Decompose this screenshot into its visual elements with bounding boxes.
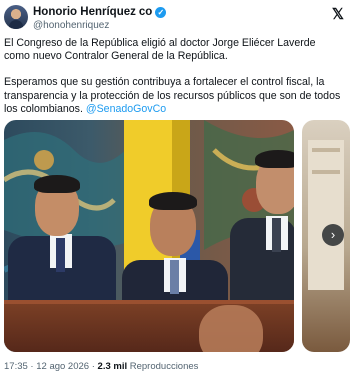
building-column <box>308 140 344 290</box>
author-badge-text: co <box>138 6 153 18</box>
meta-separator: · <box>30 361 34 372</box>
author-name[interactable]: Honorio Henríquez <box>33 5 136 19</box>
post-paragraph-1: El Congreso de la República eligió al do… <box>4 37 316 63</box>
author-name-row[interactable]: Honorio Henríquez co ✓ <box>33 5 167 19</box>
avatar[interactable] <box>4 5 28 29</box>
mention-link[interactable]: @SenadoGovCo <box>86 103 166 115</box>
foreground-head <box>199 305 263 352</box>
post-meta: 17:35 · 12 ago 2026 · 2.3 mil Reproducci… <box>4 361 198 372</box>
post-text: El Congreso de la República eligió al do… <box>4 37 342 129</box>
post-paragraph-2: Esperamos que su gestión contribuya a fo… <box>4 76 342 116</box>
post-header: Honorio Henríquez co ✓ @honohenriquez 𝕏 <box>4 4 346 34</box>
post-time[interactable]: 17:35 <box>4 361 28 372</box>
photo-main[interactable] <box>4 120 294 352</box>
views-label: Reproducciones <box>129 361 199 372</box>
author-handle[interactable]: @honohenriquez <box>33 20 109 31</box>
chevron-right-icon[interactable]: › <box>322 224 344 246</box>
post-date[interactable]: 12 ago 2026 <box>36 361 89 372</box>
media-carousel[interactable]: › <box>4 120 350 352</box>
post-paragraph-2-text: Esperamos que su gestión contribuya a fo… <box>4 76 341 115</box>
verified-badge-icon: ✓ <box>155 6 167 18</box>
x-logo-icon: 𝕏 <box>331 6 344 23</box>
meta-separator: · <box>91 361 95 372</box>
views-count: 2.3 mil <box>97 361 128 372</box>
